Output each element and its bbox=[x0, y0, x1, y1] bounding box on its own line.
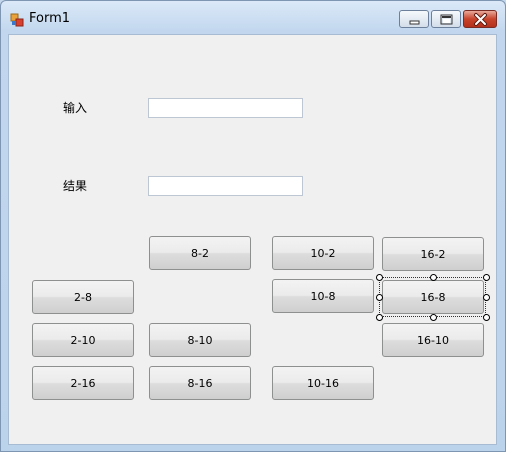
resize-handle-s[interactable] bbox=[430, 314, 437, 321]
resize-handle-n[interactable] bbox=[430, 274, 437, 281]
close-button[interactable] bbox=[463, 10, 497, 28]
window-title: Form1 bbox=[29, 11, 71, 26]
close-icon bbox=[474, 13, 487, 26]
resize-handle-w[interactable] bbox=[376, 294, 383, 301]
convert-8-to-2-button[interactable]: 8-2 bbox=[149, 236, 251, 270]
resize-handle-se[interactable] bbox=[483, 314, 490, 321]
convert-8-to-10-button[interactable]: 8-10 bbox=[149, 323, 251, 357]
convert-16-to-8-button[interactable]: 16-8 bbox=[382, 280, 484, 314]
resize-handle-sw[interactable] bbox=[376, 314, 383, 321]
resize-handle-e[interactable] bbox=[483, 294, 490, 301]
convert-2-to-8-button[interactable]: 2-8 bbox=[32, 280, 134, 314]
input-label: 输入 bbox=[63, 101, 88, 115]
result-textbox[interactable] bbox=[148, 176, 303, 196]
convert-10-to-8-button[interactable]: 10-8 bbox=[272, 279, 374, 313]
convert-2-to-10-button[interactable]: 2-10 bbox=[32, 323, 134, 357]
minimize-icon bbox=[409, 20, 420, 25]
form-app-icon[interactable] bbox=[10, 12, 24, 27]
convert-2-to-16-button[interactable]: 2-16 bbox=[32, 366, 134, 400]
result-label: 结果 bbox=[63, 179, 88, 193]
convert-16-to-2-button[interactable]: 16-2 bbox=[382, 237, 484, 271]
maximize-icon bbox=[440, 14, 453, 25]
resize-handle-nw[interactable] bbox=[376, 274, 383, 281]
convert-10-to-2-button[interactable]: 10-2 bbox=[272, 236, 374, 270]
convert-16-to-10-button[interactable]: 16-10 bbox=[382, 323, 484, 357]
input-textbox[interactable] bbox=[148, 98, 303, 118]
convert-8-to-16-button[interactable]: 8-16 bbox=[149, 366, 251, 400]
minimize-button[interactable] bbox=[399, 10, 429, 28]
convert-10-to-16-button[interactable]: 10-16 bbox=[272, 366, 374, 400]
maximize-button[interactable] bbox=[431, 10, 461, 28]
title-bar[interactable]: Form1 bbox=[1, 1, 505, 35]
resize-handle-ne[interactable] bbox=[483, 274, 490, 281]
